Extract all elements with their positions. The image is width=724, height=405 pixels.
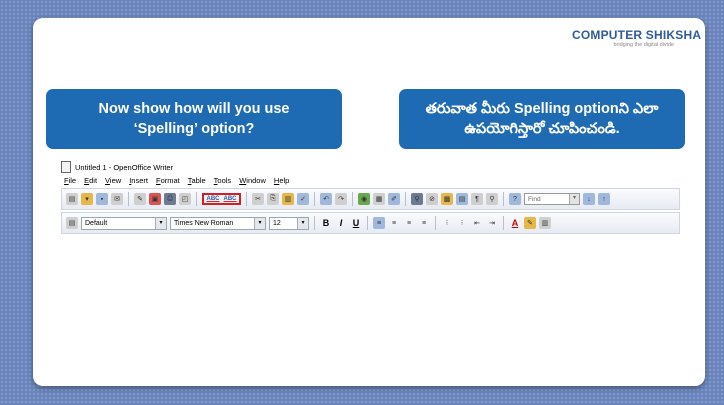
bold-button[interactable]: B [320, 218, 332, 228]
undo-icon[interactable]: ↶ [320, 193, 332, 205]
menu-table[interactable]: Table [188, 176, 206, 185]
english-line-1: Now show how will you use [98, 101, 290, 117]
numbering-icon[interactable]: ⁝ [441, 217, 453, 229]
print-icon[interactable]: ⎙ [164, 193, 176, 205]
align-center-icon[interactable]: ≡ [388, 217, 400, 229]
telugu-line-1: తరువాత మీరు Spelling optionని ఎలా [425, 101, 659, 117]
font-color-icon[interactable]: A [509, 218, 521, 228]
edit-file-icon[interactable]: ✎ [134, 193, 146, 205]
paragraph-style-select[interactable]: Default ▾ [81, 216, 167, 230]
logo-tagline: bridging the digital divide [613, 42, 674, 48]
font-size-select[interactable]: 12 ▾ [269, 216, 309, 230]
logo-title: COMPUTER SHIKSHA [572, 28, 702, 42]
find-previous-icon[interactable]: ↑ [598, 193, 610, 205]
writer-document-icon [61, 161, 71, 173]
font-name-select[interactable]: Times New Roman ▾ [170, 216, 266, 230]
menu-bar: File Edit View Insert Format Table Tools… [61, 174, 680, 186]
paragraph-style-value: Default [85, 219, 108, 227]
menu-file[interactable]: File [64, 176, 76, 185]
page-preview-icon[interactable]: ◰ [179, 193, 191, 205]
new-document-icon[interactable]: ▤ [66, 193, 78, 205]
save-icon[interactable]: ▪ [96, 193, 108, 205]
cut-icon[interactable]: ✂ [252, 193, 264, 205]
menu-view[interactable]: View [105, 176, 121, 185]
increase-indent-icon[interactable]: ⇥ [486, 217, 498, 229]
menu-insert[interactable]: Insert [129, 176, 148, 185]
open-folder-icon[interactable]: ▾ [81, 193, 93, 205]
clone-formatting-icon[interactable]: ✓ [297, 193, 309, 205]
chevron-down-icon[interactable]: ▾ [155, 217, 166, 229]
find-placeholder: Find [528, 195, 541, 203]
align-left-icon[interactable]: ≡ [373, 217, 385, 229]
nonprinting-characters-icon[interactable]: ¶ [471, 193, 483, 205]
openoffice-writer-window: Untitled 1 - OpenOffice Writer File Edit… [61, 160, 680, 234]
menu-help[interactable]: Help [274, 176, 289, 185]
spelling-highlight-box: ABC ABC [202, 193, 241, 205]
highlighting-icon[interactable]: ✎ [524, 217, 536, 229]
find-next-icon[interactable]: ↓ [583, 193, 595, 205]
window-title: Untitled 1 - OpenOffice Writer [75, 162, 174, 172]
bullets-icon[interactable]: ⁝ [456, 217, 468, 229]
decrease-indent-icon[interactable]: ⇤ [471, 217, 483, 229]
autospellcheck-icon[interactable]: ABC [223, 196, 237, 202]
gallery-icon[interactable]: ▩ [441, 193, 453, 205]
help-icon[interactable]: ? [509, 193, 521, 205]
italic-button[interactable]: I [335, 218, 347, 228]
spelling-and-grammar-icon[interactable]: ABC [206, 196, 220, 202]
underline-button[interactable]: U [350, 218, 362, 228]
font-name-value: Times New Roman [174, 219, 234, 227]
menu-format[interactable]: Format [156, 176, 180, 185]
justify-icon[interactable]: ≡ [418, 217, 430, 229]
menu-edit[interactable]: Edit [84, 176, 97, 185]
menu-window[interactable]: Window [239, 176, 266, 185]
navigator-icon[interactable]: ⊘ [426, 193, 438, 205]
chevron-down-icon[interactable]: ▾ [297, 217, 308, 229]
english-instruction-callout: Now show how will you use ‘Spelling’ opt… [46, 89, 342, 149]
align-right-icon[interactable]: ≡ [403, 217, 415, 229]
styles-formatting-icon[interactable]: ▤ [66, 217, 78, 229]
english-line-2: ‘Spelling’ option? [133, 121, 255, 137]
paste-icon[interactable]: ▥ [282, 193, 294, 205]
telugu-line-2: ఉపయోగిస్తారో చూపించండి. [464, 121, 620, 137]
zoom-icon[interactable]: ⚲ [486, 193, 498, 205]
telugu-instruction-callout: తరువాత మీరు Spelling optionని ఎలా ఉపయోగి… [399, 89, 685, 149]
find-input[interactable]: Find ▾ [524, 193, 580, 205]
redo-icon[interactable]: ↷ [335, 193, 347, 205]
find-replace-icon[interactable]: ⚲ [411, 193, 423, 205]
formatting-toolbar: ▤ Default ▾ Times New Roman ▾ 12 ▾ B I U… [61, 212, 680, 234]
hyperlink-icon[interactable]: ◉ [358, 193, 370, 205]
copy-icon[interactable]: ⎘ [267, 193, 279, 205]
data-sources-icon[interactable]: ▤ [456, 193, 468, 205]
chevron-down-icon[interactable]: ▾ [254, 217, 265, 229]
email-icon[interactable]: ✉ [111, 193, 123, 205]
computer-shiksha-logo: COMPUTER SHIKSHA bridging the digital di… [572, 28, 702, 58]
title-bar: Untitled 1 - OpenOffice Writer [61, 160, 680, 174]
table-icon[interactable]: ▦ [373, 193, 385, 205]
font-size-value: 12 [273, 219, 281, 227]
chevron-down-icon[interactable]: ▾ [569, 194, 579, 204]
export-pdf-icon[interactable]: ▣ [149, 193, 161, 205]
menu-tools[interactable]: Tools [214, 176, 232, 185]
background-color-icon[interactable]: ▥ [539, 217, 551, 229]
show-draw-functions-icon[interactable]: ✐ [388, 193, 400, 205]
standard-toolbar: ▤ ▾ ▪ ✉ ✎ ▣ ⎙ ◰ ABC ABC ✂ ⎘ ▥ ✓ ↶ ↷ ◉ ▦ … [61, 188, 680, 210]
